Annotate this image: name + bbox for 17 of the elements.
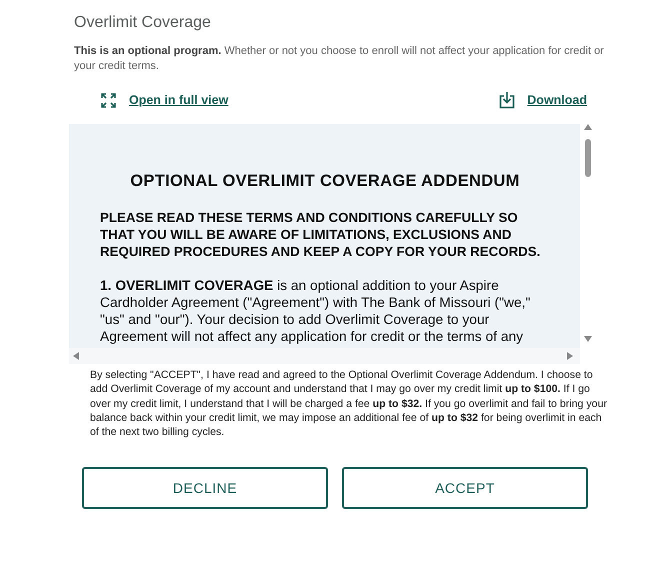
download-icon (499, 91, 516, 109)
scroll-right-icon[interactable] (567, 352, 573, 360)
scroll-left-icon[interactable] (73, 352, 79, 360)
scroll-down-icon[interactable] (584, 336, 592, 342)
decline-button[interactable]: DECLINE (82, 467, 328, 510)
document-notice: PLEASE READ THESE TERMS AND CONDITIONS CAREFULLY SO THAT YOU WILL BE AWARE OF LIMITATIONS, EXCLUSIONS AND REQUIRED PROCEDURES AND KEEP A COPY FOR YOUR RECORDS. (100, 209, 542, 260)
expand-icon (100, 92, 117, 108)
page-title: Overlimit Coverage (74, 14, 212, 32)
download-link[interactable]: Download (527, 93, 587, 107)
consent-text: By selecting "ACCEPT", I have read and agreed to the Optional Overlimit Coverage Addendum. I choose to add Overlimit Coverage of my account and understand that I may go over my credit limit up to $100. If I go over my credit limit, I understand that I will be charged a fee up to $32. If you go overlimit and fail to bring your balance back within your credit limit, we may impose an additional fee of up to $32 for being overlimit in each of the next two billing cycles. (90, 368, 608, 440)
accept-button[interactable]: ACCEPT (342, 467, 588, 510)
intro-text: This is an optional program. Whether or not you choose to enroll will not affect your application for credit or your credit terms. (74, 44, 605, 74)
scroll-up-icon[interactable] (584, 124, 592, 130)
document-heading: OPTIONAL OVERLIMIT COVERAGE ADDENDUM (129, 172, 521, 191)
document-paragraph: 1. OVERLIMIT COVERAGE is an optional addition to your Aspire Cardholder Agreement ("Agreement") with The Bank of Missouri ("we," "us" and "our"). Your decision to add Overlimit Coverage to your Agreement will not affect any application for credit or the terms of any (100, 277, 532, 345)
full-view-link[interactable]: Open in full view (129, 93, 228, 107)
scrollbar-thumb[interactable] (585, 139, 591, 177)
